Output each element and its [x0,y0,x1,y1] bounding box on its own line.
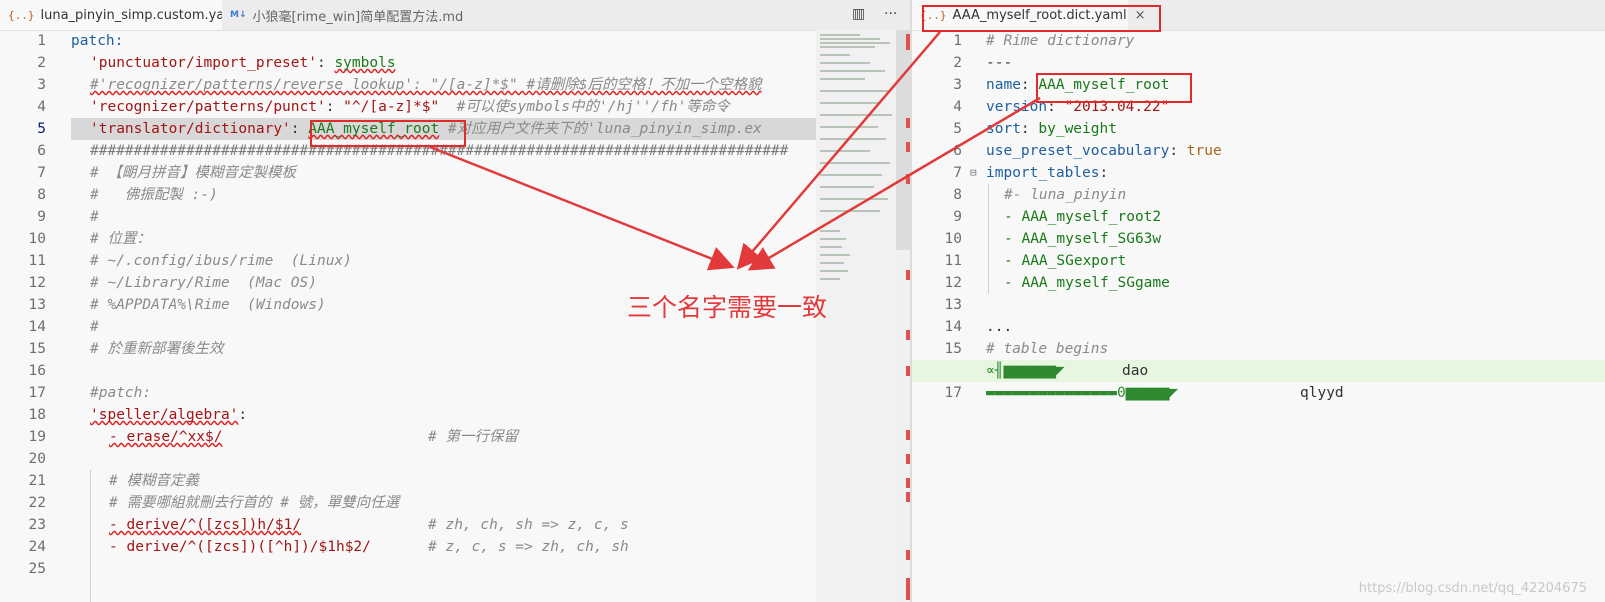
line-number: 2 [953,55,962,71]
split-editor-icon[interactable]: ▥ [852,6,865,22]
minimap[interactable] [816,30,896,602]
line-number: 8 [37,187,46,203]
left-scrollbar[interactable] [896,30,910,602]
dict-line-15: # table begins [986,341,1109,357]
line-number: 12 [28,275,46,291]
dict-line-17-word: qlyyd [1300,385,1344,401]
right-editor-pane: {..} AAA_myself_root.dict.yaml × 1234567… [912,0,1605,602]
dict-line-2: --- [986,55,1013,71]
line-number: 13 [28,297,46,313]
code-line-21: # 模糊音定義 [109,473,199,489]
line-number: 15 [28,341,46,357]
line-number: 24 [28,539,46,555]
highlight-box-dict-tab [922,5,1161,32]
dict-line-9: - AAA_myself_root2 [1004,209,1162,225]
code-line-13: # %APPDATA%\Rime (Windows) [90,297,326,313]
code-line-4: 'recognizer/patterns/punct': "^/[a-z]*$"… [90,99,730,115]
tab-rime-config-md[interactable]: M↓ 小狼毫[rime_win]简单配置方法.md [222,0,478,30]
code-line-2: 'punctuator/import_preset': symbols [90,55,396,71]
line-number: 10 [944,231,962,247]
code-line-24: - derive/^([zcs])([^h])/$1h$2/ [109,539,371,555]
code-line-24-comment: # z, c, s => zh, ch, sh [428,539,629,555]
dict-line-8: #- luna_pinyin [1004,187,1127,203]
dict-line-7: import_tables: [986,165,1109,181]
line-number: 11 [944,253,962,269]
line-number: 10 [28,231,46,247]
indent-guide [988,184,989,294]
dict-line-17-glyphs: ▬▬▬▬▬▬▬▬▬▬▬▬▬▬▬0▆▆▆▆▆◤ [986,385,1179,401]
line-number: 17 [28,385,46,401]
code-line-11: # ~/.config/ibus/rime (Linux) [90,253,352,269]
line-number: 9 [37,209,46,225]
line-number: 8 [953,187,962,203]
code-line-22: # 需要哪組就刪去行首的 # 號，單雙向任選 [109,495,400,511]
yaml-file-icon: {..} [8,8,35,22]
line-number: 1 [953,33,962,49]
line-number: 5 [953,121,962,137]
line-number: 6 [953,143,962,159]
line-number: 21 [28,473,46,489]
code-line-1: patch: [71,33,124,49]
line-number: 3 [953,77,962,93]
line-number: 14 [944,319,962,335]
indent-guide [90,470,91,602]
line-number: 14 [28,319,46,335]
code-line-15: # 於重新部署後生效 [90,341,224,357]
dict-line-5: sort: by_weight [986,121,1117,137]
fold-collapse-icon[interactable]: ⊟ [970,166,977,179]
left-tab-bar: {..} luna_pinyin_simp.custom.yaml × M↓ 小… [0,0,910,31]
code-line-18: 'speller/algebra': [90,407,248,423]
line-number: 13 [944,297,962,313]
line-number: 9 [953,209,962,225]
line-number: 7 [953,165,962,181]
highlight-box-dictionary-value [310,120,466,147]
line-number: 7 [37,165,46,181]
tab-label: luna_pinyin_simp.custom.yaml [40,7,241,23]
line-number: 17 [944,385,962,401]
line-number: 12 [944,275,962,291]
markdown-file-icon: M↓ [230,10,247,20]
line-number: 11 [28,253,46,269]
code-line-8: # 佛振配製 :-) [90,187,218,203]
code-line-9: # [90,209,99,225]
line-number: 16 [28,363,46,379]
line-number: 18 [28,407,46,423]
watermark: https://blog.csdn.net/qq_42204675 [1358,581,1587,596]
code-line-12: # ~/Library/Rime (Mac OS) [90,275,317,291]
dict-line-6: use_preset_vocabulary: true [986,143,1222,159]
dict-line-10: - AAA_myself_SG63w [1004,231,1162,247]
more-actions-icon[interactable]: ··· [884,6,897,22]
tab-luna-pinyin-custom[interactable]: {..} luna_pinyin_simp.custom.yaml × [0,0,259,30]
dict-line-14: ... [986,319,1013,335]
code-line-14: # [90,319,99,335]
annotation-label: 三个名字需要一致 [627,293,828,322]
highlight-box-dict-name [1036,73,1192,103]
code-line-19-comment: # 第一行保留 [428,429,518,445]
code-line-23-comment: # zh, ch, sh => z, c, s [428,517,629,533]
line-number: 15 [944,341,962,357]
line-number: 4 [953,99,962,115]
code-line-19: - erase/^xx$/ [109,429,223,445]
dict-line-12: - AAA_myself_SGgame [1004,275,1170,291]
code-line-10: # 位置： [90,231,151,247]
line-number: 20 [28,451,46,467]
scrollbar-thumb[interactable] [896,30,910,250]
code-line-17: #patch: [90,385,152,401]
line-number: 19 [28,429,46,445]
dict-line-16-glyphs: ∝╢▆▆▆▆▆▆◤ [986,363,1065,379]
dict-line-16-word: dao [1122,363,1149,379]
dict-line-1: # Rime dictionary [986,33,1135,49]
code-line-23: - derive/^([zcs])h/$1/ [109,517,302,533]
code-line-7: # 【朙月拼音】模糊音定製模板 [90,165,296,181]
code-line-3: #'recognizer/patterns/reverse_lookup': "… [90,77,762,93]
tab-label: 小狼毫[rime_win]简单配置方法.md [252,9,464,25]
dict-line-11: - AAA_SGexport [1004,253,1127,269]
line-number: 22 [28,495,46,511]
line-number: 25 [28,561,46,577]
line-number: 23 [28,517,46,533]
